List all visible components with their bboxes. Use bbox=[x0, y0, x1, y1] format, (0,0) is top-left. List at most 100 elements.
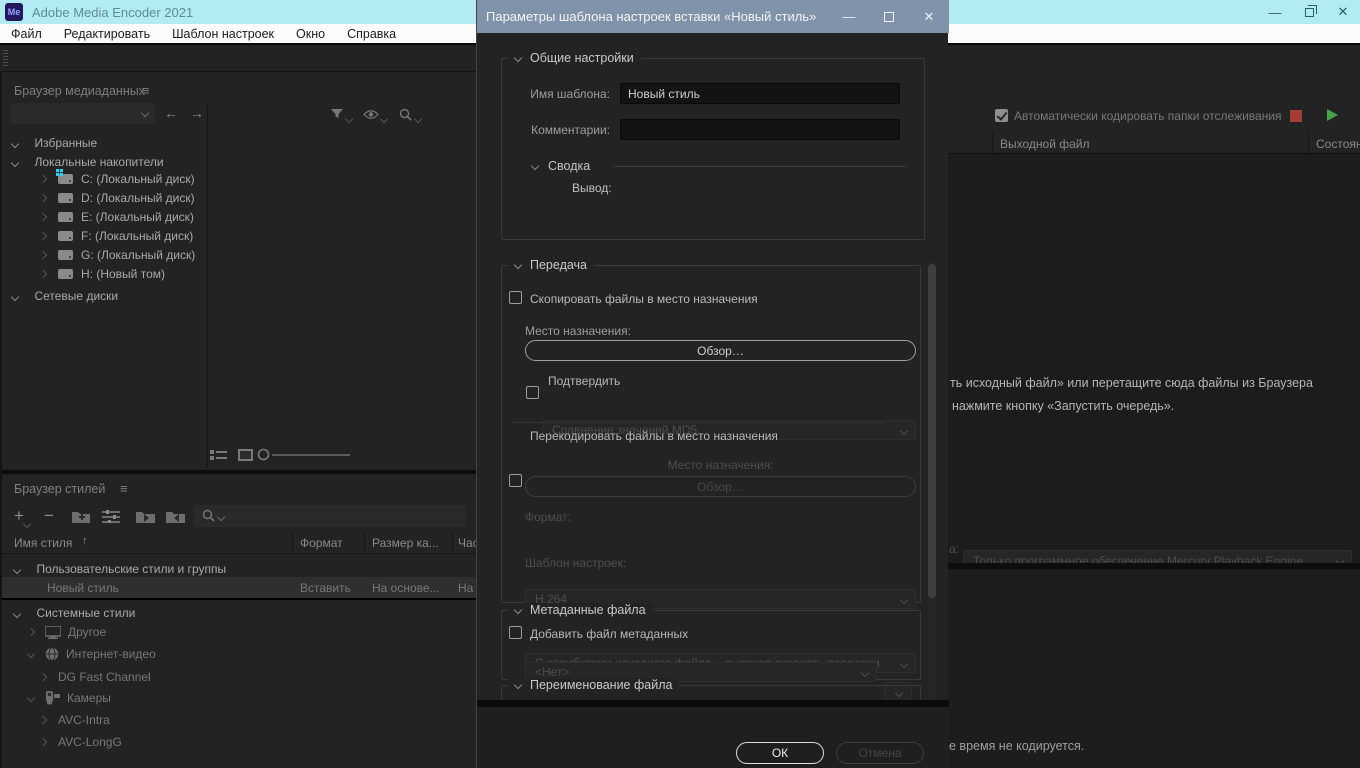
preset-item-dg-fast-channel[interactable]: DG Fast Channel bbox=[38, 670, 151, 684]
queue-list[interactable]: ть исходный файл» или перетащите сюда фа… bbox=[948, 153, 1360, 603]
tree-item-drive-g[interactable]: G: (Локальный диск) bbox=[38, 248, 195, 262]
transfer-header[interactable]: Передача bbox=[508, 258, 595, 272]
format-label: Формат: bbox=[525, 510, 571, 524]
thumbnail-view-icon[interactable] bbox=[238, 449, 253, 461]
search-icon[interactable] bbox=[399, 108, 412, 121]
chevron-down-icon bbox=[899, 595, 909, 605]
preset-settings-icon[interactable] bbox=[102, 510, 120, 523]
tree-item-local-drives[interactable]: Локальные накопители bbox=[10, 153, 164, 171]
tree-item-favorites[interactable]: Избранные bbox=[10, 134, 97, 152]
import-preset-icon[interactable] bbox=[136, 510, 155, 523]
dialog-scrollbar-thumb[interactable] bbox=[928, 264, 936, 598]
transfer-divider bbox=[512, 422, 884, 423]
system-drive-icon bbox=[56, 169, 73, 184]
tree-splitter[interactable] bbox=[207, 102, 208, 468]
cancel-button[interactable]: Отмена bbox=[836, 742, 924, 764]
stop-queue-button[interactable] bbox=[1290, 110, 1302, 122]
menu-help[interactable]: Справка bbox=[336, 27, 407, 41]
column-divider bbox=[992, 133, 993, 153]
menu-window[interactable]: Окно bbox=[285, 27, 336, 41]
app-minimize-button[interactable]: — bbox=[1258, 0, 1292, 24]
app-restore-button[interactable] bbox=[1292, 0, 1326, 24]
dialog-close-button[interactable]: ✕ bbox=[909, 0, 949, 33]
preset-item-web-video[interactable]: Интернет-видео bbox=[26, 647, 156, 661]
media-browser-menu-icon[interactable]: ≡ bbox=[142, 83, 150, 98]
dialog-minimize-button[interactable]: — bbox=[829, 0, 869, 33]
export-preset-icon[interactable] bbox=[166, 510, 185, 523]
menu-edit[interactable]: Редактировать bbox=[53, 27, 161, 41]
preset-search-field[interactable] bbox=[194, 505, 466, 527]
tree-item-drive-f[interactable]: F: (Локальный диск) bbox=[38, 229, 193, 243]
menu-preset[interactable]: Шаблон настроек bbox=[161, 27, 285, 41]
rename-header[interactable]: Переименование файла bbox=[508, 678, 680, 692]
preset-item-cameras[interactable]: Камеры bbox=[26, 691, 111, 705]
toolbar-grip[interactable] bbox=[3, 50, 8, 68]
preset-item-avc-intra[interactable]: AVC-Intra bbox=[38, 713, 110, 727]
ok-button[interactable]: ОК bbox=[736, 742, 824, 764]
add-metadata-checkbox[interactable] bbox=[509, 626, 522, 639]
chevron-down-icon bbox=[899, 426, 909, 436]
filter-icon[interactable] bbox=[330, 108, 344, 120]
queue-column-output[interactable]: Выходной файл bbox=[1000, 137, 1090, 151]
dialog-maximize-button[interactable] bbox=[869, 0, 909, 33]
drive-icon bbox=[58, 269, 73, 279]
column-header-frame-size[interactable]: Размер ка... bbox=[372, 536, 439, 550]
general-settings-header[interactable]: Общие настройки bbox=[508, 51, 641, 65]
forward-arrow-icon[interactable]: → bbox=[190, 105, 204, 121]
tree-item-drive-e[interactable]: E: (Локальный диск) bbox=[38, 210, 194, 224]
column-header-name[interactable]: Имя стиля bbox=[14, 536, 72, 550]
encoding-panel: е время не кодируется. bbox=[948, 569, 1360, 768]
queue-column-status[interactable]: Состояни bbox=[1316, 137, 1360, 151]
app-window: Me Adobe Media Encoder 2021 — ✕ Файл Ред… bbox=[0, 0, 1360, 768]
column-divider[interactable] bbox=[292, 532, 293, 552]
encoding-status-text: е время не кодируется. bbox=[949, 739, 1085, 753]
chevron-right-icon bbox=[38, 715, 48, 725]
verify-checkbox[interactable] bbox=[526, 386, 539, 399]
destination-label: Место назначения: bbox=[525, 324, 631, 338]
new-group-folder-icon[interactable] bbox=[72, 510, 90, 523]
start-queue-button[interactable] bbox=[1327, 109, 1338, 121]
footer-separator bbox=[477, 700, 949, 707]
ingest-preset-dialog: Параметры шаблона настроек вставки «Новы… bbox=[476, 0, 949, 768]
browse2-button[interactable]: Обзор… bbox=[525, 476, 916, 497]
transcode-checkbox[interactable] bbox=[509, 474, 522, 487]
globe-icon bbox=[45, 647, 59, 661]
filter-chevron-icon bbox=[344, 114, 354, 124]
tree-item-drive-h[interactable]: H: (Новый том) bbox=[38, 267, 165, 281]
list-view-icon[interactable] bbox=[210, 449, 227, 461]
summary-divider bbox=[614, 166, 906, 167]
column-divider[interactable] bbox=[364, 532, 365, 552]
zoom-slider-track[interactable] bbox=[272, 454, 350, 456]
tree-item-network-drives[interactable]: Сетевые диски bbox=[10, 287, 118, 305]
back-arrow-icon[interactable]: ← bbox=[164, 105, 178, 121]
media-browser-title: Браузер медиаданных bbox=[14, 84, 145, 98]
browse-button[interactable]: Обзор… bbox=[525, 340, 916, 361]
watch-folders-checkbox[interactable] bbox=[995, 109, 1008, 122]
remove-preset-icon[interactable]: − bbox=[44, 506, 54, 526]
zoom-slider-knob[interactable] bbox=[257, 448, 270, 461]
app-close-button[interactable]: ✕ bbox=[1326, 0, 1360, 24]
metadata-header[interactable]: Метаданные файла bbox=[508, 603, 653, 617]
destination2-label-wrap: Место назначения: bbox=[525, 456, 916, 474]
preset-group-user[interactable]: Пользовательские стили и группы bbox=[12, 560, 226, 578]
menu-file[interactable]: Файл bbox=[0, 27, 53, 41]
preset-browser-menu-icon[interactable]: ≡ bbox=[120, 481, 128, 496]
preset-group-system[interactable]: Системные стили bbox=[12, 604, 135, 622]
preset-row-selected[interactable]: Новый стиль Вставить На основе... На ос bbox=[2, 577, 489, 598]
copy-files-checkbox[interactable] bbox=[509, 291, 522, 304]
media-browser-path-dropdown[interactable] bbox=[10, 103, 155, 124]
output-label: Вывод: bbox=[572, 181, 612, 195]
column-divider[interactable] bbox=[452, 532, 453, 552]
tree-item-drive-d[interactable]: D: (Локальный диск) bbox=[38, 191, 195, 205]
eye-icon[interactable] bbox=[363, 109, 379, 120]
comments-input[interactable] bbox=[620, 119, 900, 140]
preset-item-other[interactable]: Другое bbox=[26, 625, 106, 639]
column-header-format[interactable]: Формат bbox=[300, 536, 343, 550]
add-preset-chevron-icon bbox=[22, 519, 32, 529]
preset-name-input[interactable] bbox=[620, 83, 900, 104]
summary-section-header[interactable]: Сводка bbox=[530, 159, 590, 173]
drive-icon bbox=[58, 193, 73, 203]
preset-item-avc-longg[interactable]: AVC-LongG bbox=[38, 735, 122, 749]
chevron-right-icon bbox=[38, 672, 48, 682]
tree-item-drive-c[interactable]: C: (Локальный диск) bbox=[38, 169, 195, 186]
